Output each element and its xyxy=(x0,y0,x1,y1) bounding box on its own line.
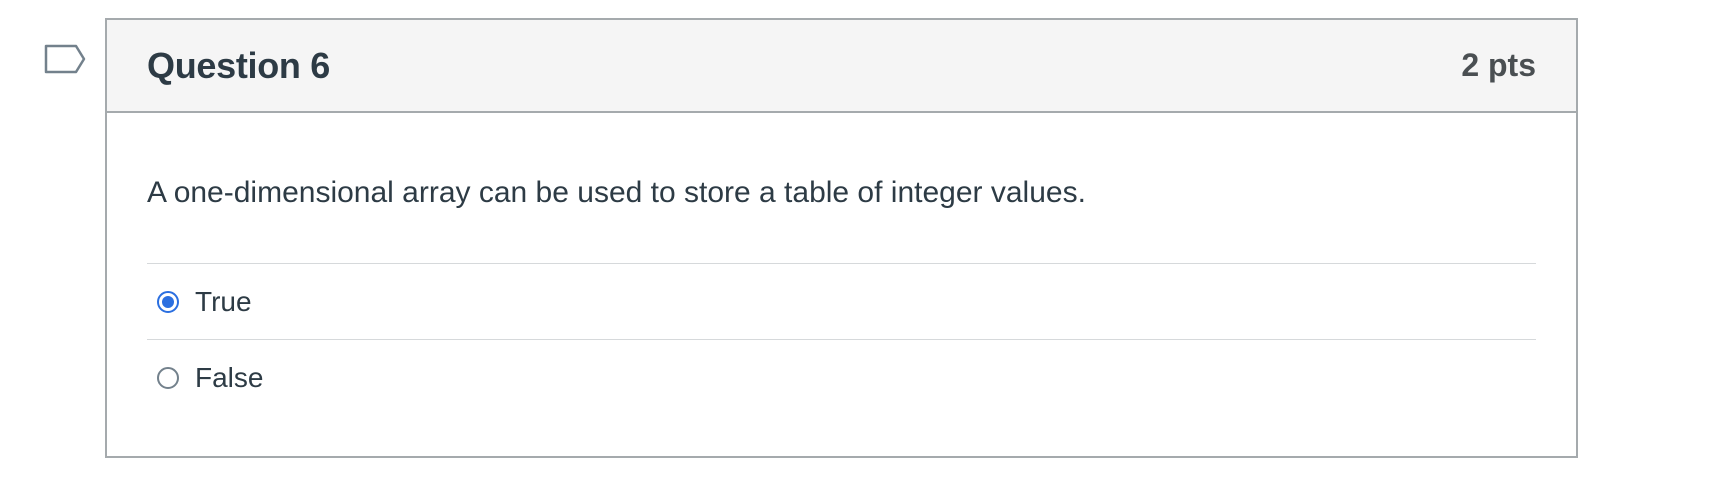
answer-label-true: True xyxy=(195,285,252,317)
question-header: Question 6 2 pts xyxy=(107,20,1576,113)
answer-list: True False xyxy=(147,263,1536,415)
flag-question-icon[interactable] xyxy=(44,44,88,82)
answer-option-false[interactable]: False xyxy=(147,340,1536,415)
radio-true[interactable] xyxy=(157,290,179,313)
question-title: Question 6 xyxy=(147,44,331,86)
radio-false[interactable] xyxy=(157,366,179,389)
answer-label-false: False xyxy=(195,361,264,393)
question-body: A one-dimensional array can be used to s… xyxy=(107,113,1576,415)
question-card: Question 6 2 pts A one-dimensional array… xyxy=(105,18,1578,458)
question-text: A one-dimensional array can be used to s… xyxy=(147,176,1086,209)
question-points: 2 pts xyxy=(1461,47,1536,83)
answer-option-true[interactable]: True xyxy=(147,264,1536,340)
